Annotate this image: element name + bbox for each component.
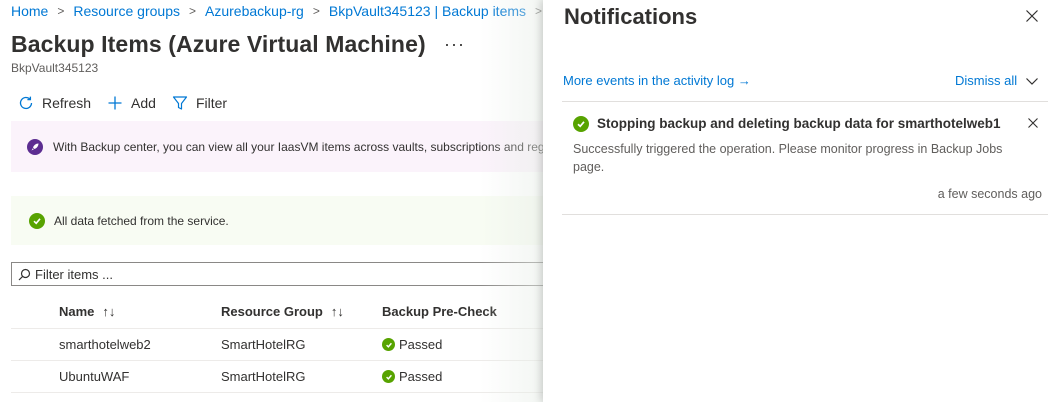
column-header-name-label: Name <box>59 304 95 319</box>
pre-check-status: Passed <box>399 369 443 384</box>
success-banner-text: All data fetched from the service. <box>54 213 229 228</box>
checkmark-circle-icon <box>382 370 395 383</box>
notification-title: Stopping backup and deleting backup data… <box>597 116 1001 131</box>
item-name[interactable]: smarthotelweb2 <box>59 329 151 360</box>
notification-item[interactable]: Stopping backup and deleting backup data… <box>562 102 1048 215</box>
dismiss-all-button[interactable]: Dismiss all <box>955 73 1017 88</box>
item-pre-check: Passed <box>382 329 442 360</box>
add-button[interactable]: Add <box>107 95 156 111</box>
command-bar: Refresh Add Filter <box>18 93 243 113</box>
breadcrumb-separator: > <box>189 4 197 18</box>
more-options-button[interactable]: ··· <box>444 34 465 55</box>
filter-label: Filter <box>195 95 228 111</box>
filter-button[interactable]: Filter <box>172 95 227 111</box>
notification-timestamp: a few seconds ago <box>937 187 1042 201</box>
item-resource-group: SmartHotelRG <box>221 369 306 384</box>
column-header-backup-pre-check: Backup Pre-Check <box>382 295 497 328</box>
breadcrumb-home[interactable]: Home <box>11 3 48 19</box>
refresh-icon <box>19 96 33 110</box>
close-icon[interactable] <box>1023 7 1041 25</box>
breadcrumb-separator: > <box>57 4 65 18</box>
sort-icon[interactable]: ↑↓ <box>102 304 115 319</box>
item-resource-group: SmartHotelRG <box>221 337 306 352</box>
refresh-label: Refresh <box>42 95 92 111</box>
refresh-button[interactable]: Refresh <box>18 95 91 111</box>
page-title: Backup Items (Azure Virtual Machine) <box>11 31 426 57</box>
search-icon <box>18 268 31 280</box>
notifications-panel: Notifications More events in the activit… <box>543 0 1054 402</box>
backup-items-blade: Home > Resource groups > Azurebackup-rg … <box>0 0 544 402</box>
breadcrumb-resource-group[interactable]: Azurebackup-rg <box>205 3 304 19</box>
grid-header-row: Name ↑↓ Resource Group ↑↓ Backup Pre-Che… <box>11 295 544 329</box>
column-header-resource-group-label: Resource Group <box>221 304 323 319</box>
item-pre-check: Passed <box>382 361 442 392</box>
column-header-resource-group[interactable]: Resource Group ↑↓ <box>221 295 344 328</box>
backup-center-info-banner[interactable]: With Backup center, you can view all you… <box>11 121 544 172</box>
add-icon <box>108 96 122 110</box>
column-header-backup-pre-check-label: Backup Pre-Check <box>382 304 497 319</box>
item-name[interactable]: UbuntuWAF <box>59 361 129 392</box>
breadcrumb-resource-groups[interactable]: Resource groups <box>73 3 180 19</box>
breadcrumb: Home > Resource groups > Azurebackup-rg … <box>11 2 544 20</box>
add-label: Add <box>131 95 156 111</box>
breadcrumb-separator: > <box>312 4 320 18</box>
filter-items-box[interactable] <box>11 262 544 286</box>
info-banner-text: With Backup center, you can view all you… <box>53 139 544 154</box>
backup-items-grid: Name ↑↓ Resource Group ↑↓ Backup Pre-Che… <box>11 295 544 393</box>
data-fetched-banner: All data fetched from the service. <box>11 196 544 245</box>
notification-body: Successfully triggered the operation. Pl… <box>573 142 1003 174</box>
rocket-icon <box>27 138 43 155</box>
page-subtitle: BkpVault345123 <box>11 61 99 75</box>
breadcrumb-separator: > <box>535 4 543 18</box>
sort-icon[interactable]: ↑↓ <box>331 304 344 319</box>
notifications-title: Notifications <box>564 4 698 29</box>
table-row[interactable]: UbuntuWAF SmartHotelRG Passed <box>11 361 544 393</box>
table-row[interactable]: smarthotelweb2 SmartHotelRG Passed <box>11 329 544 361</box>
breadcrumb-vault-backup-items[interactable]: BkpVault345123 | Backup items <box>329 3 526 19</box>
column-header-name[interactable]: Name ↑↓ <box>59 295 115 328</box>
checkmark-circle-icon <box>29 212 45 229</box>
checkmark-circle-icon <box>573 116 589 132</box>
pre-check-status: Passed <box>399 337 443 352</box>
chevron-down-icon[interactable] <box>1025 74 1039 88</box>
close-icon[interactable] <box>1027 117 1039 129</box>
checkmark-circle-icon <box>382 338 395 351</box>
filter-items-input[interactable] <box>35 266 515 282</box>
filter-icon <box>172 96 188 110</box>
activity-log-link[interactable]: More events in the activity log → <box>563 73 751 88</box>
